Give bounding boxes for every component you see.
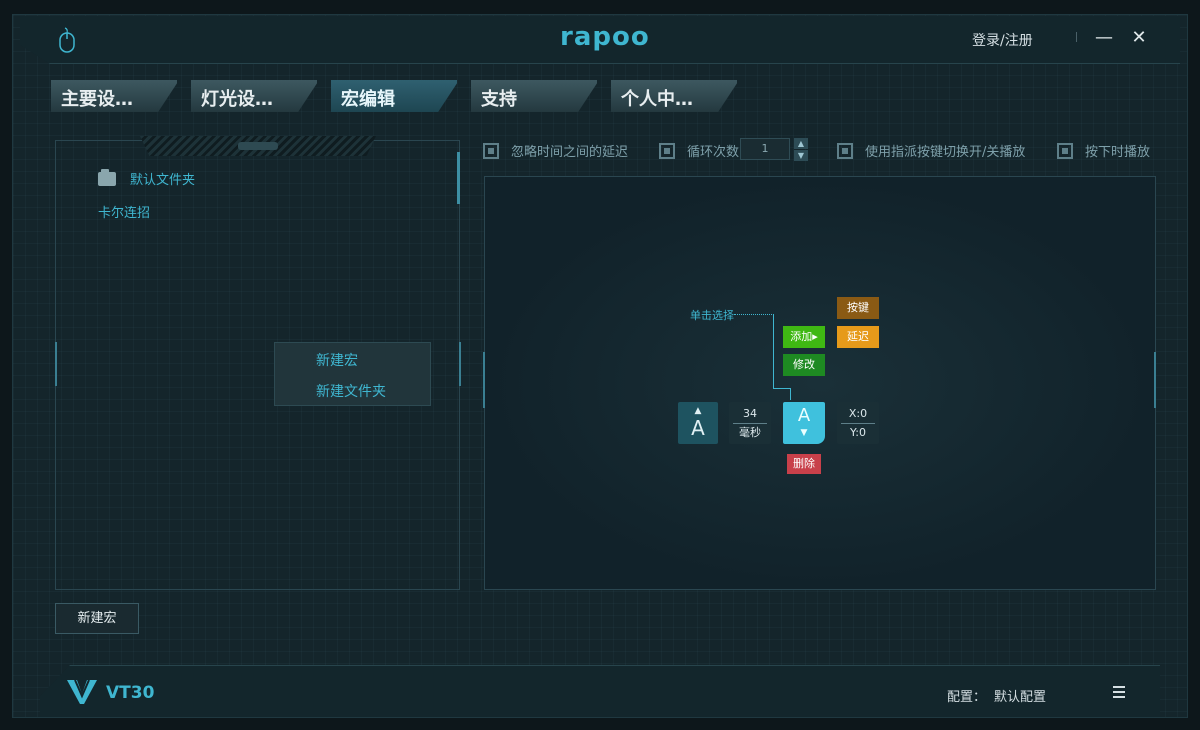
option-hold-play[interactable]: 按下时播放 — [1057, 141, 1150, 160]
macro-editor-canvas[interactable] — [484, 176, 1156, 590]
hint-connector — [773, 388, 791, 389]
checkbox[interactable] — [837, 142, 853, 159]
key-down-event[interactable]: ▲ A — [678, 402, 718, 444]
macro-list-scrollbar[interactable] — [457, 152, 460, 204]
hint-connector — [734, 314, 774, 315]
default-folder[interactable]: 默认文件夹 — [98, 168, 196, 188]
editor-edge-marker — [1154, 352, 1156, 408]
key-up-event-selected[interactable]: A ▼ — [783, 402, 825, 444]
option-label: 忽略时间之间的延迟 — [511, 145, 629, 160]
coord-y: Y:0 — [850, 426, 866, 439]
add-button-label: 添加 — [790, 330, 813, 343]
coord-x: X:0 — [841, 405, 875, 424]
play-arrow-icon: ▸ — [812, 330, 818, 343]
device-model: VT30 — [106, 683, 155, 703]
option-label: 按下时播放 — [1085, 145, 1151, 160]
tab-main-settings[interactable]: 主要设… — [51, 80, 177, 112]
title-separator — [1076, 32, 1077, 42]
checkbox[interactable] — [1057, 142, 1073, 159]
panel-header-notch — [238, 142, 278, 150]
option-label: 循环次数 — [687, 145, 740, 160]
panel-edge-marker — [459, 342, 461, 386]
context-menu: 新建宏 新建文件夹 — [274, 342, 431, 406]
context-menu-new-macro[interactable]: 新建宏 — [316, 350, 358, 370]
key-up-arrow-icon: ▼ — [800, 428, 808, 438]
option-label: 使用指派按键切换开/关播放 — [865, 145, 1026, 160]
folder-label: 默认文件夹 — [130, 173, 196, 188]
minimize-button[interactable]: — — [1094, 28, 1114, 48]
login-register-link[interactable]: 登录/注册 — [972, 30, 1033, 50]
insert-delay-button[interactable]: 延迟 — [837, 326, 879, 348]
click-select-hint: 单击选择 — [690, 309, 734, 322]
vt-brand-logo — [67, 679, 97, 704]
new-macro-button[interactable]: 新建宏 — [55, 603, 139, 634]
option-ignore-delay[interactable]: 忽略时间之间的延迟 — [483, 141, 628, 160]
key-down-arrow-icon: ▲ — [694, 406, 702, 416]
modify-button[interactable]: 修改 — [783, 354, 825, 376]
option-toggle-play[interactable]: 使用指派按键切换开/关播放 — [837, 141, 1025, 160]
folder-icon — [98, 168, 116, 186]
key-letter: A — [797, 405, 811, 426]
delay-event[interactable]: 34 毫秒 — [729, 402, 771, 444]
hamburger-menu-icon[interactable] — [1113, 686, 1125, 698]
insert-key-button[interactable]: 按键 — [837, 297, 879, 319]
panel-edge-marker — [55, 342, 57, 386]
hint-connector — [790, 388, 791, 400]
editor-edge-marker — [483, 352, 485, 408]
footer-bar — [40, 665, 1160, 717]
delay-value: 34 — [733, 405, 767, 424]
option-loop-count[interactable]: 循环次数 — [659, 141, 739, 160]
rapoo-logo: rapoo — [560, 22, 650, 52]
loop-count-up-icon[interactable]: ▲ — [794, 138, 808, 149]
tab-lighting-settings[interactable]: 灯光设… — [191, 80, 317, 112]
config-selector[interactable]: 默认配置 — [994, 686, 1046, 705]
config-label: 配置： — [947, 690, 987, 705]
add-button[interactable]: 添加▸ — [783, 326, 825, 348]
checkbox[interactable] — [483, 142, 499, 159]
mouse-icon — [59, 27, 75, 53]
loop-count-down-icon[interactable]: ▼ — [794, 150, 808, 161]
tab-personal-center[interactable]: 个人中… — [611, 80, 737, 112]
mouse-coord-event[interactable]: X:0 Y:0 — [837, 402, 879, 444]
checkbox[interactable] — [659, 142, 675, 159]
tab-support[interactable]: 支持 — [471, 80, 597, 112]
hint-connector — [773, 314, 774, 388]
delay-unit: 毫秒 — [739, 426, 761, 439]
delete-button[interactable]: 删除 — [787, 454, 821, 474]
macro-list-item[interactable]: 卡尔连招 — [98, 202, 150, 221]
context-menu-new-folder[interactable]: 新建文件夹 — [316, 381, 386, 401]
loop-count-input[interactable]: 1 — [740, 138, 790, 160]
tab-macro-editor[interactable]: 宏编辑 — [331, 80, 457, 112]
close-button[interactable]: ✕ — [1129, 28, 1149, 48]
key-letter: A — [691, 416, 705, 440]
